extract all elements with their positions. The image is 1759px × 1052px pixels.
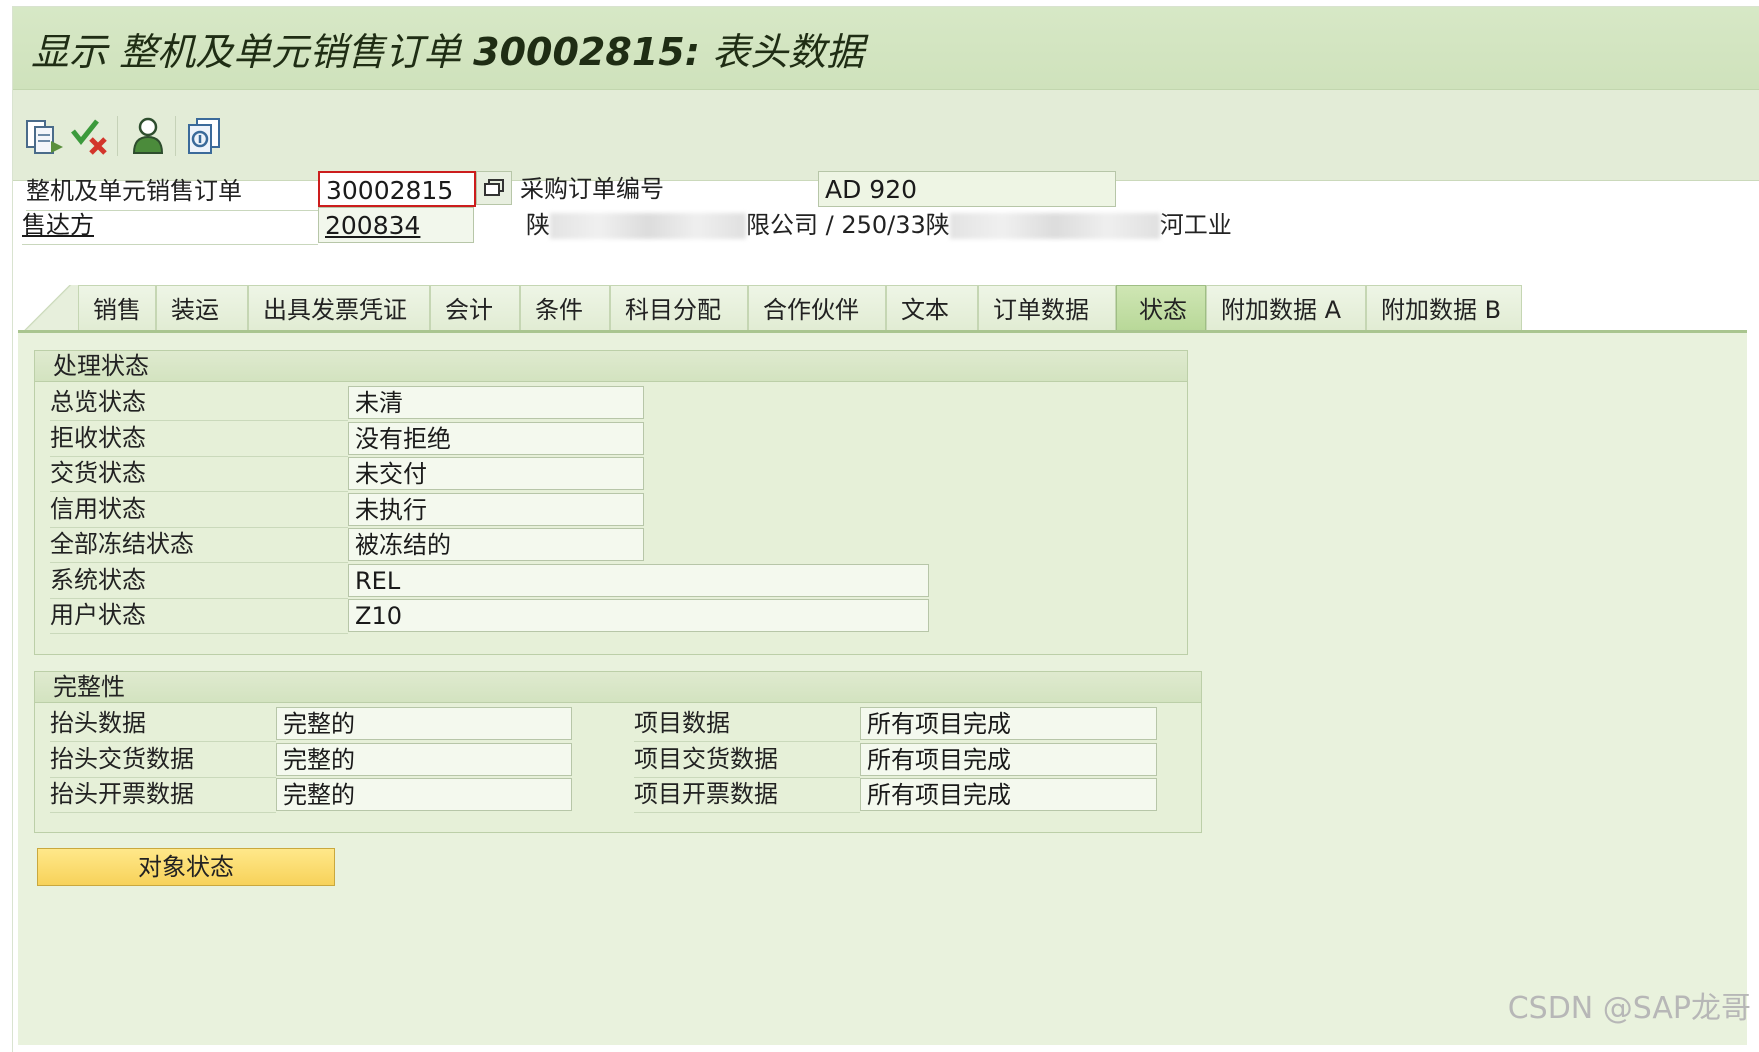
item-data-label: 项目数据 (634, 706, 860, 742)
rejection-status-field[interactable]: 没有拒绝 (348, 422, 644, 455)
delivery-status-field[interactable]: 未交付 (348, 457, 644, 490)
completeness-title: 完整性 (35, 672, 1201, 703)
item-delivery-data-field[interactable]: 所有项目完成 (860, 743, 1157, 776)
processing-status-title: 处理状态 (35, 351, 1187, 382)
po-number-label: 采购订单编号 (520, 175, 664, 203)
page-title: 显示 整机及单元销售订单 30002815: 表头数据 (31, 30, 864, 74)
toolbar-divider (175, 116, 176, 156)
header-delivery-data-label: 抬头交货数据 (50, 742, 276, 778)
redacted-area (949, 213, 1160, 239)
tab-strip: 销售 装运 出具发票凭证 会计 条件 科目分配 合作伙伴 文本 订单数据 状态 … (18, 285, 1747, 333)
display-document-icon[interactable] (21, 113, 67, 159)
header-data-label: 抬头数据 (50, 706, 276, 742)
user-status-field[interactable]: Z10 (348, 599, 929, 632)
window-icon (484, 179, 504, 196)
tab-shipping[interactable]: 装运 (156, 285, 248, 331)
title-bar: 显示 整机及单元销售订单 30002815: 表头数据 (13, 7, 1759, 90)
tab-account-assignment[interactable]: 科目分配 (610, 285, 748, 331)
overall-status-label: 总览状态 (50, 385, 348, 421)
tab-partners[interactable]: 合作伙伴 (748, 285, 886, 331)
overall-status-field[interactable]: 未清 (348, 386, 644, 419)
tab-strip-lead (18, 285, 78, 331)
system-status-field[interactable]: REL (348, 564, 929, 597)
user-status-label: 用户状态 (50, 598, 348, 634)
sold-to-party-description: 陕限公司 / 250/33陕 河工业 (526, 211, 1232, 239)
tab-texts[interactable]: 文本 (886, 285, 978, 331)
tab-conditions[interactable]: 条件 (520, 285, 610, 331)
overall-block-status-field[interactable]: 被冻结的 (348, 528, 644, 561)
header-billing-data-label: 抬头开票数据 (50, 777, 276, 813)
overview-icon[interactable] (181, 113, 227, 159)
watermark: CSDN @SAP龙哥 (1507, 991, 1751, 1026)
rejection-status-label: 拒收状态 (50, 421, 348, 457)
redacted-area (550, 213, 746, 239)
item-data-field[interactable]: 所有项目完成 (860, 707, 1157, 740)
system-status-label: 系统状态 (50, 563, 348, 599)
tab-additional-data-a[interactable]: 附加数据 A (1206, 285, 1366, 331)
item-delivery-data-label: 项目交货数据 (634, 742, 860, 778)
tab-status[interactable]: 状态 (1116, 285, 1206, 331)
item-billing-data-field[interactable]: 所有项目完成 (860, 778, 1157, 811)
application-toolbar (13, 90, 1759, 181)
tab-billing-document[interactable]: 出具发票凭证 (248, 285, 430, 331)
overall-block-status-label: 全部冻结状态 (50, 527, 348, 563)
item-billing-data-label: 项目开票数据 (634, 777, 860, 813)
sold-to-party-field[interactable]: 200834 (318, 207, 474, 243)
sales-order-field[interactable]: 30002815 (318, 171, 476, 207)
credit-status-label: 信用状态 (50, 492, 348, 528)
tab-accounting[interactable]: 会计 (430, 285, 520, 331)
tab-order-data[interactable]: 订单数据 (978, 285, 1116, 331)
tab-sales[interactable]: 销售 (78, 285, 156, 331)
header-delivery-data-field[interactable]: 完整的 (276, 743, 572, 776)
check-cancel-icon[interactable] (67, 113, 113, 159)
sold-to-party-link[interactable]: 售达方 (22, 206, 318, 245)
object-status-button[interactable]: 对象状态 (37, 848, 335, 886)
credit-status-field[interactable]: 未执行 (348, 493, 644, 526)
value-help-button[interactable] (476, 171, 512, 205)
toolbar-divider (117, 116, 118, 156)
partner-icon[interactable] (125, 113, 171, 159)
header-billing-data-field[interactable]: 完整的 (276, 778, 572, 811)
header-data-field[interactable]: 完整的 (276, 707, 572, 740)
delivery-status-label: 交货状态 (50, 456, 348, 492)
tab-additional-data-b[interactable]: 附加数据 B (1366, 285, 1522, 331)
po-number-field[interactable]: AD 920 (818, 171, 1116, 207)
